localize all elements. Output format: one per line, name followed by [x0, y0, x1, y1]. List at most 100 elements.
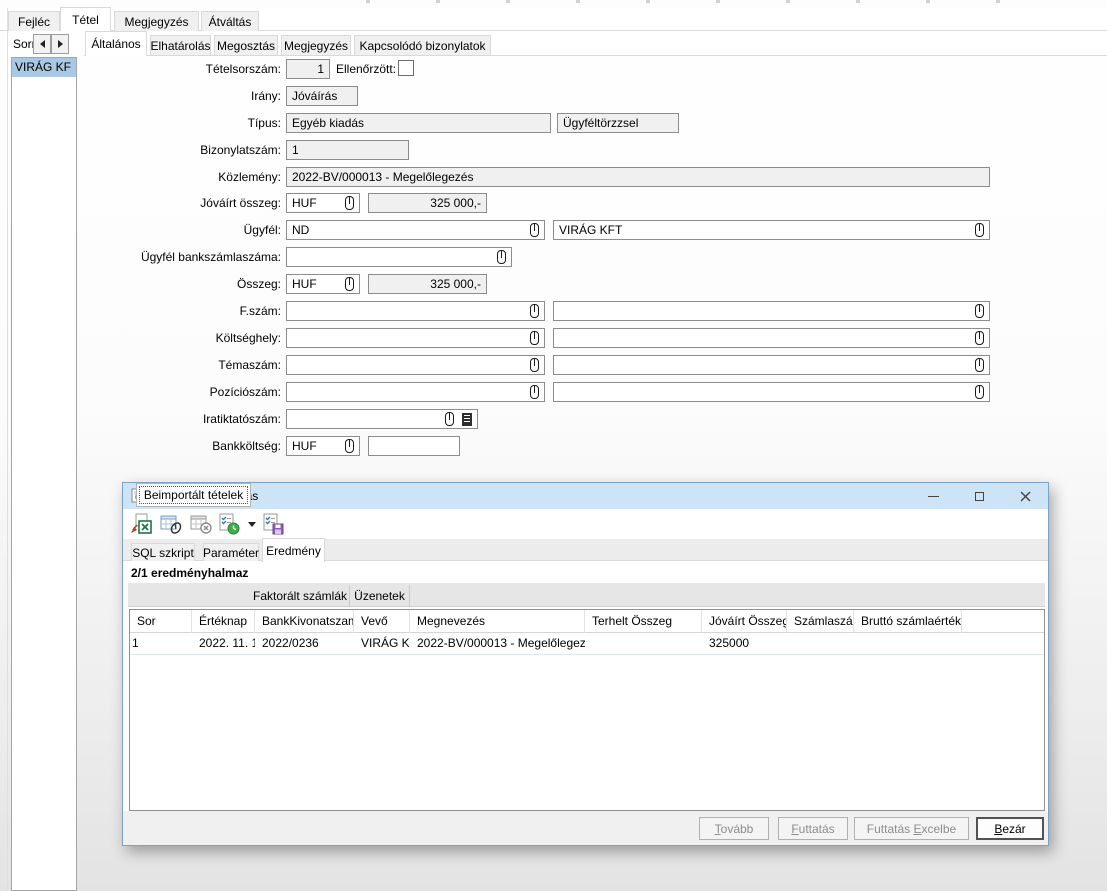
sidebar-prev-button[interactable]	[33, 34, 51, 54]
paperclip-icon[interactable]	[530, 223, 539, 237]
futtatas-button[interactable]: Futtatás	[778, 817, 848, 840]
pozicioszam-field-2[interactable]	[553, 382, 990, 402]
bankkoltseg-currency-field[interactable]: HUF	[286, 436, 360, 456]
tovabb-button[interactable]: Tovább	[699, 817, 769, 840]
tab-megjegyzes[interactable]: Megjegyzés	[114, 11, 199, 31]
cell-megnevezes: 2022-BV/000013 - Megelőlegezés	[410, 633, 585, 655]
grid-header-row: Sor Értéknap BankKivonatszam Vevő Megnev…	[130, 610, 1044, 633]
koltseghely-field-1[interactable]	[286, 328, 545, 348]
tab-elhatarolas[interactable]: Elhatárolás	[150, 35, 211, 55]
list-icon[interactable]	[462, 413, 472, 426]
tipus-field[interactable]: Egyéb kiadás	[286, 113, 551, 133]
list-item[interactable]: VIRÁG KF	[12, 58, 76, 77]
tab-label: Üzenetek	[354, 589, 405, 603]
fszam-field-2[interactable]	[553, 301, 990, 321]
column-header-vevo[interactable]: Vevő	[354, 610, 410, 633]
jovairt-currency-field[interactable]: HUF	[286, 193, 360, 213]
kozlemeny-field[interactable]: 2022-BV/000013 - Megelőlegezés	[286, 167, 990, 187]
tab-atvaltas[interactable]: Átváltás	[201, 11, 259, 31]
grid-remove-icon	[190, 513, 212, 535]
tab-uzenetek[interactable]: Üzenetek	[350, 585, 410, 607]
ugyfel-name-field[interactable]: VIRÁG KFT	[553, 220, 990, 240]
column-header-sor[interactable]: Sor	[130, 610, 192, 633]
column-header-jovairt-osszeg[interactable]: Jóváírt Összeg	[702, 610, 787, 633]
tab-altalanos[interactable]: Általános	[85, 31, 147, 56]
column-header-erteknap[interactable]: Értéknap	[192, 610, 255, 633]
ellenorzott-checkbox[interactable]	[398, 60, 414, 76]
column-header-brutto-szamlaertek[interactable]: Bruttó számlaérték	[854, 610, 962, 633]
close-button[interactable]	[1002, 483, 1048, 509]
sidebar-next-button[interactable]	[51, 34, 69, 54]
futtatas-excelbe-button[interactable]: Futtatás Excelbe	[854, 817, 969, 840]
irany-value: Jóváírás	[292, 89, 337, 103]
temaszam-field-1[interactable]	[286, 355, 545, 375]
tab-beimportalt-tetelek[interactable]: Beimportált tételek	[136, 483, 251, 507]
bizonylatszam-value: 1	[292, 143, 299, 157]
export-to-excel-button[interactable]	[129, 512, 153, 536]
tab-tetel[interactable]: Tétel	[60, 7, 111, 31]
paperclip-icon[interactable]	[345, 277, 354, 291]
osszeg-currency-field[interactable]: HUF	[286, 274, 360, 294]
cell-sor: 1	[130, 633, 192, 655]
currency-value: HUF	[292, 277, 317, 291]
column-header-megnevezes[interactable]: Megnevezés	[410, 610, 585, 633]
bizonylatszam-field[interactable]: 1	[286, 140, 409, 160]
paperclip-icon[interactable]	[530, 304, 539, 318]
paperclip-icon[interactable]	[975, 223, 984, 237]
column-header-bankkivonatszam[interactable]: BankKivonatszam	[255, 610, 354, 633]
paperclip-icon[interactable]	[530, 385, 539, 399]
tab-label: SQL szkript	[132, 546, 194, 560]
tab-fejlec[interactable]: Fejléc	[8, 11, 60, 31]
tipus-mode-field[interactable]: Ügyféltörzzsel	[557, 113, 679, 133]
cell-vevo: VIRÁG KFT	[354, 633, 410, 655]
ugyfel-code-value: ND	[292, 223, 309, 237]
maximize-button[interactable]	[956, 483, 1002, 509]
tetelsorszam-field[interactable]: 1	[286, 59, 330, 79]
tetelsorszam-label: Tételsorszám:	[85, 62, 281, 76]
paperclip-icon[interactable]	[975, 331, 984, 345]
tab-megosztas[interactable]: Megosztás	[214, 35, 278, 55]
paperclip-icon[interactable]	[345, 196, 354, 210]
fszam-field-1[interactable]	[286, 301, 545, 321]
paperclip-icon[interactable]	[345, 439, 354, 453]
paperclip-icon[interactable]	[530, 358, 539, 372]
column-header-terhelt-osszeg[interactable]: Terhelt Összeg	[585, 610, 702, 633]
paperclip-icon[interactable]	[975, 358, 984, 372]
tab-eredmeny[interactable]: Eredmény	[262, 538, 325, 562]
tab-sql-szkript[interactable]: SQL szkript	[131, 543, 195, 561]
tab-faktoralt-szamlak[interactable]: Faktorált számlák	[251, 585, 350, 607]
tab-parameter[interactable]: Paraméter	[203, 543, 259, 561]
paperclip-icon[interactable]	[497, 250, 506, 264]
run-script-button[interactable]	[217, 512, 241, 536]
minimize-icon	[928, 496, 939, 497]
paperclip-icon[interactable]	[445, 412, 454, 426]
osszeg-label: Összeg:	[85, 277, 281, 291]
temaszam-field-2[interactable]	[553, 355, 990, 375]
grid-remove-button[interactable]	[189, 512, 213, 536]
pozicioszam-field-1[interactable]	[286, 382, 545, 402]
tab-megjegyzes-detail[interactable]: Megjegyzés	[281, 35, 351, 55]
tipus-label: Típus:	[85, 116, 281, 130]
run-options-dropdown[interactable]	[245, 512, 259, 536]
iratiktatoszam-field[interactable]	[286, 409, 478, 429]
irany-field[interactable]: Jóváírás	[286, 86, 358, 106]
ugyfel-bankszamla-label: Ügyfél bankszámlaszáma:	[85, 250, 281, 264]
save-script-button[interactable]	[261, 512, 285, 536]
dialog-titlebar[interactable]: SQL szkript futtatás	[123, 483, 1048, 509]
osszeg-amount-field[interactable]: 325 000,-	[368, 274, 487, 294]
paperclip-icon[interactable]	[975, 385, 984, 399]
column-header-szamlaszam[interactable]: Számlaszám	[787, 610, 854, 633]
ugyfel-bankszamla-field[interactable]	[286, 247, 512, 267]
paperclip-icon[interactable]	[530, 331, 539, 345]
jovairt-amount-field[interactable]: 325 000,-	[368, 193, 487, 213]
ugyfel-code-field[interactable]: ND	[286, 220, 545, 240]
tab-kapcsolodo-bizonylatok[interactable]: Kapcsolódó bizonylatok	[354, 35, 491, 55]
table-row[interactable]: 1 2022. 11. 10. 2022/0236 VIRÁG KFT 2022…	[130, 633, 1044, 655]
minimize-button[interactable]	[910, 483, 956, 509]
paperclip-icon[interactable]	[975, 304, 984, 318]
koltseghely-field-2[interactable]	[553, 328, 990, 348]
tab-label: Megjegyzés	[284, 39, 348, 53]
bezar-button[interactable]: Bezár	[976, 817, 1044, 840]
grid-edit-attach-button[interactable]	[159, 512, 183, 536]
bankkoltseg-amount-field[interactable]	[368, 436, 460, 456]
